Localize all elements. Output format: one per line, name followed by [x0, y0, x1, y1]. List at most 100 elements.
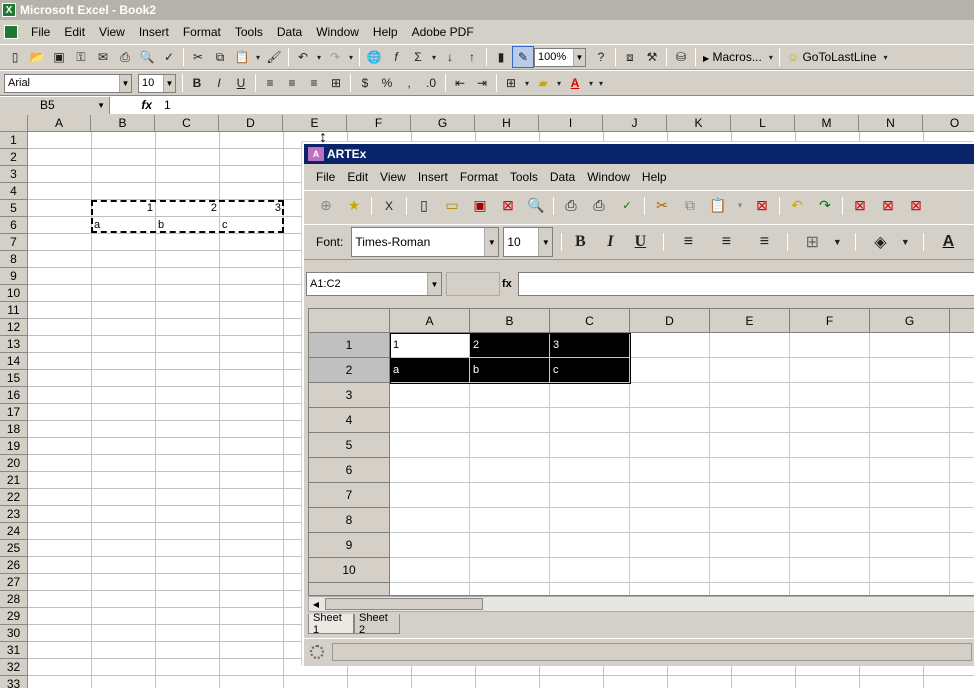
- grid-cell[interactable]: [710, 333, 790, 358]
- cut-icon[interactable]: ✂: [187, 46, 209, 68]
- row-header-19[interactable]: 19: [0, 438, 28, 455]
- grid-cell[interactable]: [390, 458, 470, 483]
- row-header-23[interactable]: 23: [0, 506, 28, 523]
- row-header-1[interactable]: 1: [0, 132, 28, 149]
- save-icon[interactable]: ▣: [466, 193, 494, 219]
- paste-dropdown-icon[interactable]: ▾: [732, 193, 748, 219]
- align-right-icon[interactable]: ≡: [303, 72, 325, 94]
- grid-cell[interactable]: [550, 383, 630, 408]
- col-header-f[interactable]: F: [347, 115, 411, 132]
- grid-cell[interactable]: [550, 483, 630, 508]
- chevron-down-icon[interactable]: ▼: [538, 228, 553, 256]
- bold-icon[interactable]: B: [565, 227, 595, 257]
- chevron-down-icon[interactable]: ▼: [484, 228, 499, 256]
- row-header-27[interactable]: 27: [0, 574, 28, 591]
- row-header-18[interactable]: 18: [0, 421, 28, 438]
- delete-icon[interactable]: ⊠: [748, 193, 776, 219]
- grid-cell[interactable]: [710, 408, 790, 433]
- grid-cell[interactable]: [710, 358, 790, 383]
- grid-cell[interactable]: [470, 558, 550, 583]
- excel-doc-icon[interactable]: [4, 25, 18, 39]
- cell-b1[interactable]: 2: [470, 333, 550, 358]
- row-header-21[interactable]: 21: [0, 472, 28, 489]
- grid-cell[interactable]: [550, 433, 630, 458]
- row-header-11[interactable]: 11: [0, 302, 28, 319]
- row-header-26[interactable]: 26: [0, 557, 28, 574]
- row-header-6[interactable]: 6: [0, 217, 28, 234]
- format-painter-icon[interactable]: 🖌: [263, 46, 285, 68]
- align-center-icon[interactable]: ≡: [711, 227, 741, 257]
- row-header-2[interactable]: 2: [309, 358, 390, 383]
- row-header-22[interactable]: 22: [0, 489, 28, 506]
- grid-cell[interactable]: [470, 383, 550, 408]
- increase-decimal-icon[interactable]: .0: [420, 72, 442, 94]
- col-header-g[interactable]: G: [870, 309, 950, 333]
- grid-cell[interactable]: [870, 558, 950, 583]
- excel-menu-help[interactable]: Help: [366, 25, 405, 39]
- grid-cell[interactable]: [790, 358, 870, 383]
- insert-function-icon[interactable]: f: [385, 46, 407, 68]
- borders-icon[interactable]: ⊞: [797, 227, 827, 257]
- grid-cell[interactable]: [790, 408, 870, 433]
- grid-cell[interactable]: [390, 533, 470, 558]
- grid-cell[interactable]: [790, 458, 870, 483]
- insert-function-icon[interactable]: fx: [110, 98, 160, 112]
- col-header-d[interactable]: D: [219, 115, 283, 132]
- open-icon[interactable]: 📂: [26, 46, 48, 68]
- grid-cell[interactable]: [950, 483, 974, 508]
- artex-menu-window[interactable]: Window: [581, 170, 636, 184]
- print-icon[interactable]: ⎙: [114, 46, 136, 68]
- excel-menu-window[interactable]: Window: [309, 25, 366, 39]
- increase-indent-icon[interactable]: ⇥: [471, 72, 493, 94]
- col-header-b[interactable]: B: [91, 115, 155, 132]
- autosum-dropdown-icon[interactable]: ▾: [429, 46, 439, 68]
- grid-cell[interactable]: [790, 433, 870, 458]
- excel-menu-tools[interactable]: Tools: [228, 25, 270, 39]
- grid-cell[interactable]: [470, 408, 550, 433]
- grid-cell[interactable]: [550, 408, 630, 433]
- col-header-d[interactable]: D: [630, 309, 710, 333]
- decrease-indent-icon[interactable]: ⇤: [449, 72, 471, 94]
- spelling-icon[interactable]: ✓: [613, 193, 641, 219]
- research-icon[interactable]: ⛁: [670, 46, 692, 68]
- excel-menu-data[interactable]: Data: [270, 25, 309, 39]
- grid-cell[interactable]: [630, 558, 710, 583]
- font-size-combo[interactable]: 10 ▼: [138, 73, 176, 93]
- font-color-icon[interactable]: A: [564, 72, 586, 94]
- tools-icon[interactable]: ⚒: [641, 46, 663, 68]
- fill-color-icon[interactable]: ◈: [865, 227, 895, 257]
- col-header-g[interactable]: G: [411, 115, 475, 132]
- col-header-i[interactable]: I: [539, 115, 603, 132]
- col-header-e[interactable]: E: [283, 115, 347, 132]
- align-center-icon[interactable]: ≡: [281, 72, 303, 94]
- cut-icon[interactable]: ✂: [648, 193, 676, 219]
- undo-icon[interactable]: ↶: [292, 46, 314, 68]
- grid-cell[interactable]: [870, 533, 950, 558]
- paste-dropdown-icon[interactable]: ▾: [253, 46, 263, 68]
- chevron-down-icon[interactable]: ▼: [97, 101, 105, 110]
- grid-cell[interactable]: [870, 458, 950, 483]
- font-size-combo[interactable]: 10 ▼: [503, 227, 554, 257]
- grid-cell[interactable]: [710, 433, 790, 458]
- drawing-icon[interactable]: ✎: [512, 46, 534, 68]
- borders-dropdown-icon[interactable]: ▾: [522, 72, 532, 94]
- row-header-14[interactable]: 14: [0, 353, 28, 370]
- print-preview-icon[interactable]: ⎙: [585, 193, 613, 219]
- grid-cell[interactable]: [550, 458, 630, 483]
- grid-cell[interactable]: [950, 433, 974, 458]
- fill-color-icon[interactable]: ▰: [532, 72, 554, 94]
- align-left-icon[interactable]: ≡: [259, 72, 281, 94]
- row-header-31[interactable]: 31: [0, 642, 28, 659]
- merge-center-icon[interactable]: ⊞: [325, 72, 347, 94]
- grid-cell[interactable]: [870, 358, 950, 383]
- bold-icon[interactable]: B: [186, 72, 208, 94]
- grid-cell[interactable]: [870, 508, 950, 533]
- grid-cell[interactable]: [870, 408, 950, 433]
- currency-icon[interactable]: $: [354, 72, 376, 94]
- grid-cell[interactable]: [790, 483, 870, 508]
- gotolastline-button[interactable]: ☺ GoToLastLine: [783, 50, 881, 64]
- grid-cell[interactable]: [790, 533, 870, 558]
- artex-menu-tools[interactable]: Tools: [504, 170, 544, 184]
- italic-icon[interactable]: I: [208, 72, 230, 94]
- chevron-down-icon[interactable]: ▼: [427, 273, 441, 295]
